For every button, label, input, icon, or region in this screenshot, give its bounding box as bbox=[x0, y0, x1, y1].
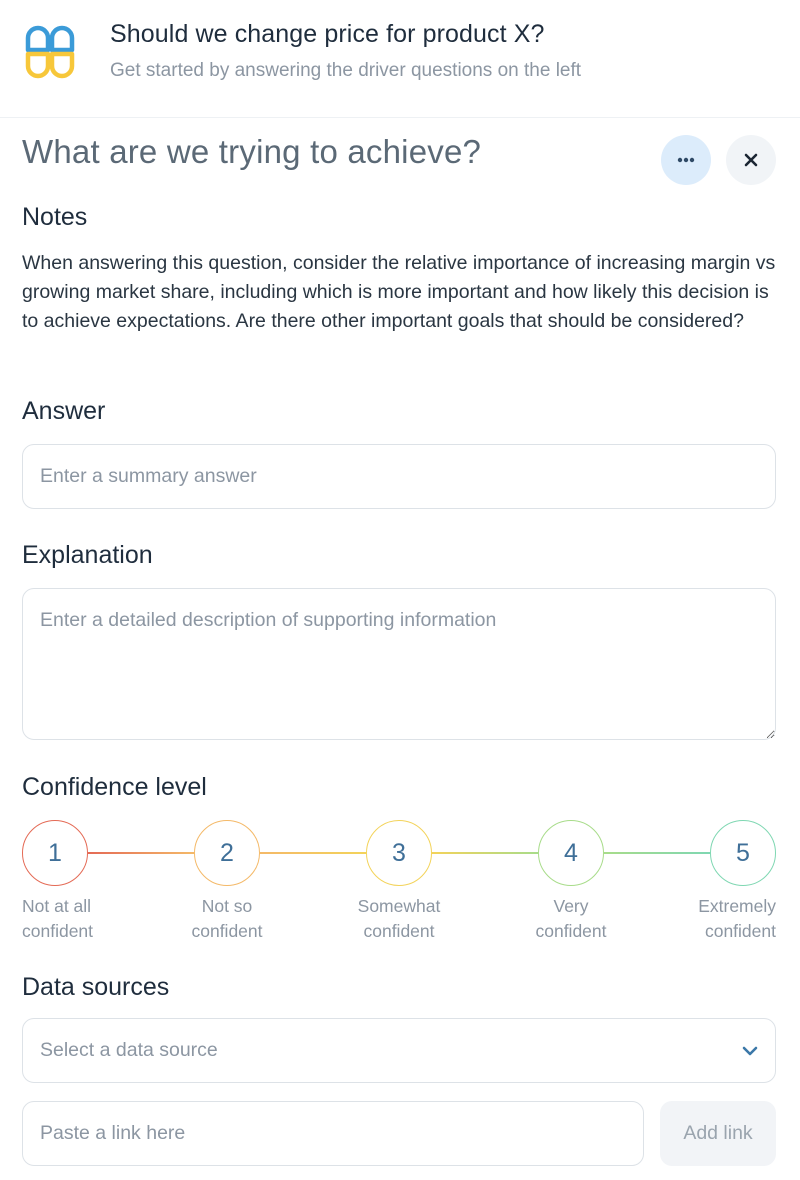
confidence-caption-line: confident bbox=[535, 921, 607, 941]
confidence-caption-line: Extremely bbox=[698, 896, 776, 916]
panel-title: What are we trying to achieve? bbox=[22, 133, 482, 170]
confidence-level-1[interactable]: 1 bbox=[22, 820, 88, 886]
confidence-level-2[interactable]: 2 bbox=[194, 820, 260, 886]
confidence-connector bbox=[604, 852, 710, 854]
confidence-caption-line: confident bbox=[363, 921, 435, 941]
confidence-caption-line: confident bbox=[704, 921, 776, 941]
link-input[interactable] bbox=[22, 1101, 644, 1166]
data-sources-label: Data sources bbox=[22, 973, 170, 1001]
answer-label: Answer bbox=[22, 397, 106, 425]
confidence-label: Confidence level bbox=[22, 773, 207, 801]
explanation-textarea[interactable] bbox=[22, 588, 776, 740]
notes-text: When answering this question, consider t… bbox=[22, 252, 776, 332]
chevron-down-icon bbox=[742, 1046, 758, 1056]
answer-input[interactable] bbox=[22, 444, 776, 509]
more-options-button[interactable] bbox=[661, 135, 711, 185]
confidence-caption-1: Not at all confident bbox=[22, 894, 152, 944]
confidence-level-4[interactable]: 4 bbox=[538, 820, 604, 886]
confidence-connector bbox=[260, 852, 366, 854]
close-icon bbox=[744, 153, 758, 167]
confidence-caption-3: Somewhat confident bbox=[334, 894, 464, 944]
confidence-caption-line: Not at all bbox=[22, 896, 92, 916]
confidence-caption-2: Not so confident bbox=[162, 894, 292, 944]
confidence-connector bbox=[88, 852, 194, 854]
confidence-caption-line: confident bbox=[191, 921, 263, 941]
confidence-caption-line: Not so bbox=[201, 896, 253, 916]
app-title: Should we change price for product X? bbox=[110, 20, 545, 48]
data-source-select[interactable]: Select a data source bbox=[22, 1018, 776, 1083]
confidence-level-5[interactable]: 5 bbox=[710, 820, 776, 886]
app-header: Should we change price for product X? Ge… bbox=[0, 0, 800, 118]
confidence-level-3[interactable]: 3 bbox=[366, 820, 432, 886]
confidence-caption-line: Very bbox=[553, 896, 589, 916]
four-leaf-logo-icon bbox=[25, 25, 75, 79]
data-source-select-placeholder: Select a data source bbox=[40, 1039, 218, 1061]
confidence-connector bbox=[432, 852, 538, 854]
confidence-caption-4: Very confident bbox=[506, 894, 636, 944]
notes-label: Notes bbox=[22, 203, 88, 231]
ellipsis-icon bbox=[677, 157, 695, 163]
explanation-label: Explanation bbox=[22, 541, 153, 569]
close-button[interactable] bbox=[726, 135, 776, 185]
confidence-caption-line: confident bbox=[22, 921, 94, 941]
confidence-caption-5: Extremely confident bbox=[646, 894, 776, 944]
app-subtitle: Get started by answering the driver ques… bbox=[110, 60, 582, 81]
add-link-button[interactable]: Add link bbox=[660, 1101, 776, 1166]
confidence-caption-line: Somewhat bbox=[357, 896, 441, 916]
